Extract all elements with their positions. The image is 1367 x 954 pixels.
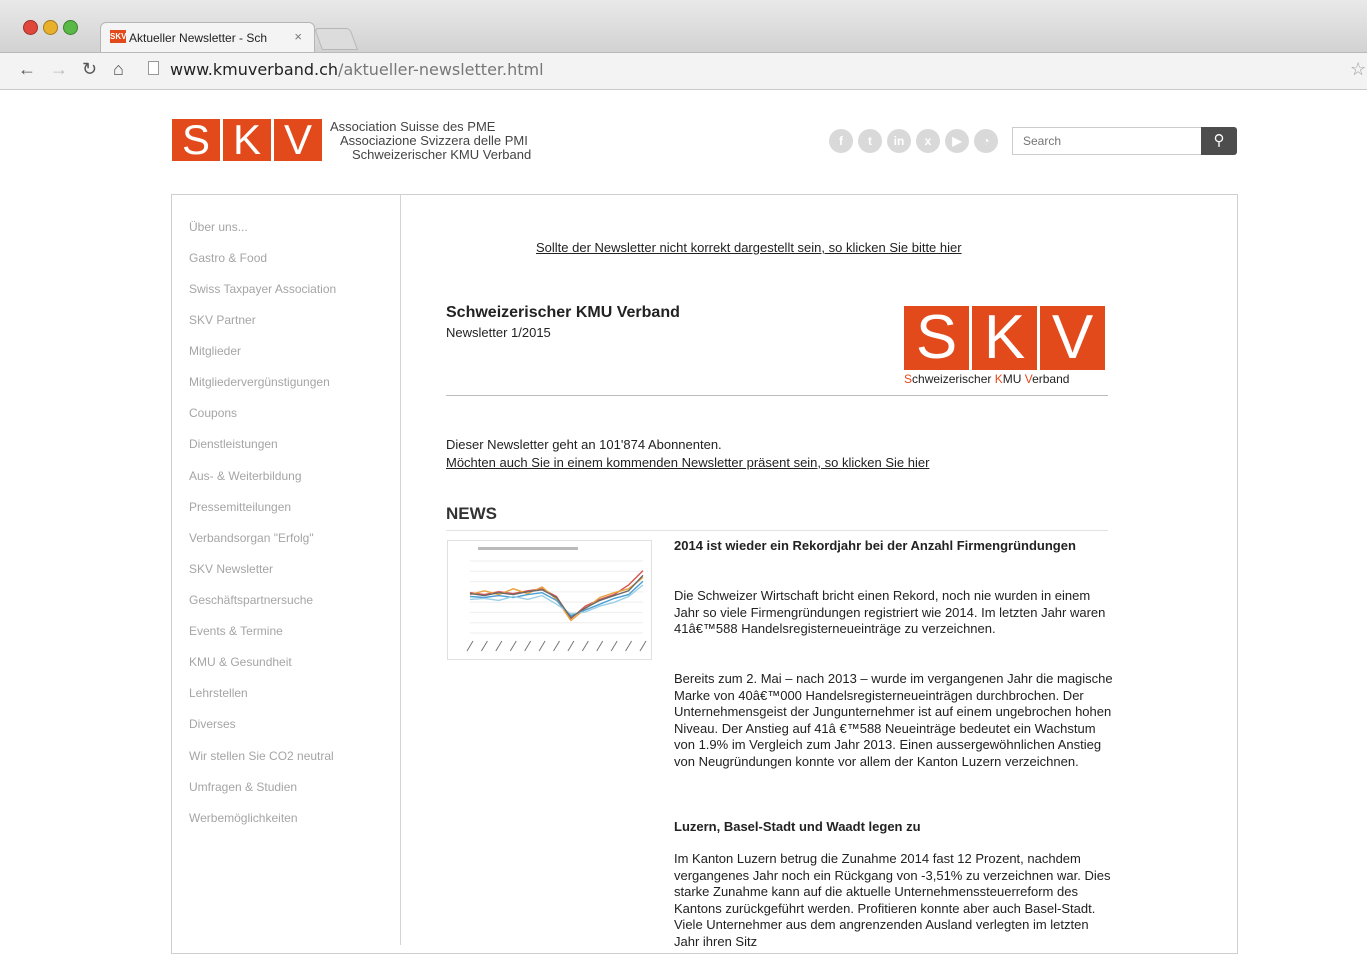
thumbnail-tick-label [567, 640, 575, 652]
sidebar-item-mitglieder[interactable]: Mitglieder [189, 344, 241, 358]
tab-title: Aktueller Newsletter - Sch [129, 31, 268, 45]
newsletter-title: Schweizerischer KMU Verband [446, 304, 680, 321]
search-button[interactable]: ⚲ [1201, 127, 1237, 155]
favicon-icon: SKV [110, 30, 127, 43]
sidebar-item-pressemitteilungen[interactable]: Pressemitteilungen [189, 500, 291, 514]
close-tab-icon[interactable]: × [294, 29, 302, 44]
advertise-link[interactable]: Möchten auch Sie in einem kommenden News… [446, 455, 929, 470]
logo-letter: V [274, 119, 322, 161]
forward-icon[interactable]: → [50, 59, 68, 80]
address-bar[interactable]: www.kmuverband.ch/aktueller-newsletter.h… [170, 60, 544, 79]
header-tagline: Association Suisse des PME Associazione … [330, 120, 531, 162]
star-icon[interactable]: ☆ [1350, 59, 1366, 80]
browser-toolbar: ← → ↻ ⌂ www.kmuverband.ch/aktueller-news… [0, 53, 1367, 90]
rss-icon[interactable]: ◔ [974, 129, 998, 153]
logo-sub-text: chweizerischer [912, 372, 995, 386]
facebook-icon[interactable]: f [829, 129, 853, 153]
logo-sub-initial: S [904, 372, 913, 386]
thumbnail-tick-label [509, 640, 517, 652]
youtube-icon[interactable]: ▶ [945, 129, 969, 153]
news-heading: NEWS [446, 504, 497, 523]
thumbnail-tick-label [538, 640, 546, 652]
social-links: f t in x ▶ ◔ [829, 129, 998, 153]
tagline-de: Schweizerischer KMU Verband [352, 147, 532, 162]
thumbnail-tick-label [596, 640, 604, 652]
thumbnail-series-line [469, 576, 644, 622]
article-thumbnail-chart[interactable] [447, 540, 652, 660]
logo-letter: S [904, 306, 969, 370]
newsletter-logo: S K V [904, 306, 1105, 370]
logo-sub-initial: K [994, 372, 1003, 386]
logo-sub-text: MU [1002, 372, 1025, 386]
sidebar-item-swiss-taxpayer[interactable]: Swiss Taxpayer Association [189, 282, 336, 296]
thumbnail-tick-label [581, 640, 589, 652]
sidebar-item-umfragen[interactable]: Umfragen & Studien [189, 780, 297, 794]
sidebar-item-geschaeftspartnersuche[interactable]: Geschäftspartnersuche [189, 593, 313, 607]
newsletter-issue: Newsletter 1/2015 [446, 325, 551, 340]
thumbnail-tick-label [466, 640, 474, 652]
xing-icon[interactable]: x [916, 129, 940, 153]
sidebar-item-ueber-uns[interactable]: Über uns... [189, 220, 248, 234]
sidebar-item-co2-neutral[interactable]: Wir stellen Sie CO2 neutral [189, 749, 334, 763]
sidebar-item-verbandsorgan[interactable]: Verbandsorgan "Erfolg" [189, 531, 314, 545]
sidebar-item-mitgliedervergunstigungen[interactable]: Mitgliedervergünstigungen [189, 375, 330, 389]
thumbnail-chart-svg [466, 547, 647, 652]
sidebar-item-dienstleistungen[interactable]: Dienstleistungen [189, 437, 278, 451]
twitter-icon[interactable]: t [858, 129, 882, 153]
browser-tab[interactable]: SKV Aktueller Newsletter - Sch × [100, 22, 315, 52]
thumbnail-tick-label [524, 640, 532, 652]
linkedin-icon[interactable]: in [887, 129, 911, 153]
sidebar-item-weiterbildung[interactable]: Aus- & Weiterbildung [189, 469, 302, 483]
back-icon[interactable]: ← [18, 59, 36, 80]
article-title[interactable]: 2014 ist wieder ein Rekordjahr bei der A… [674, 538, 1104, 554]
tagline-fr: Association Suisse des PME [330, 119, 496, 134]
search-input[interactable] [1012, 127, 1202, 155]
thumbnail-tick-label [639, 640, 647, 652]
article-subheading: Luzern, Basel-Stadt und Waadt legen zu [674, 819, 921, 834]
url-path: /aktueller-newsletter.html [338, 60, 544, 79]
logo-letter: K [223, 119, 271, 161]
article-paragraph: Die Schweizer Wirtschaft bricht einen Re… [674, 588, 1106, 636]
tagline-it: Associazione Svizzera delle PMI [340, 133, 528, 148]
sidebar-nav: Über uns... Gastro & Food Swiss Taxpayer… [172, 195, 401, 945]
sidebar-item-kmu-gesundheit[interactable]: KMU & Gesundheit [189, 655, 292, 669]
minimize-window-button[interactable] [43, 20, 58, 35]
logo-letter: S [172, 119, 220, 161]
home-icon[interactable]: ⌂ [113, 59, 124, 80]
close-window-button[interactable] [23, 20, 38, 35]
sidebar-item-skv-newsletter[interactable]: SKV Newsletter [189, 562, 273, 576]
thumbnail-tick-label [480, 640, 488, 652]
thumbnail-tick-label [625, 640, 633, 652]
sidebar-item-gastro-food[interactable]: Gastro & Food [189, 251, 267, 265]
sidebar-item-diverses[interactable]: Diverses [189, 717, 236, 731]
sidebar-item-events[interactable]: Events & Termine [189, 624, 283, 638]
divider [446, 395, 1108, 396]
divider [446, 530, 1108, 531]
article-paragraph: Bereits zum 2. Mai – nach 2013 – wurde i… [674, 671, 1113, 769]
sidebar-item-skv-partner[interactable]: SKV Partner [189, 313, 256, 327]
logo-letter: K [972, 306, 1037, 370]
logo-sub-text: erband [1032, 372, 1070, 386]
article-paragraph: Im Kanton Luzern betrug die Zunahme 2014… [674, 851, 1111, 949]
thumbnail-tick-label [610, 640, 618, 652]
sidebar-item-coupons[interactable]: Coupons [189, 406, 237, 420]
new-tab-button[interactable] [313, 28, 359, 50]
browser-titlebar: SKV Aktueller Newsletter - Sch × [0, 0, 1367, 53]
sidebar-item-lehrstellen[interactable]: Lehrstellen [189, 686, 248, 700]
search-icon: ⚲ [1213, 132, 1225, 149]
thumbnail-tick-label [553, 640, 560, 652]
zoom-window-button[interactable] [63, 20, 78, 35]
thumbnail-tick-label [495, 640, 503, 652]
page-icon [148, 61, 159, 75]
newsletter-logo-subtitle: Schweizerischer KMU Verband [904, 372, 1069, 386]
thumbnail-chart-title-bar [478, 547, 578, 550]
logo-letter: V [1040, 306, 1105, 370]
url-domain: www.kmuverband.ch [170, 60, 339, 79]
view-in-browser-link[interactable]: Sollte der Newsletter nicht korrekt darg… [536, 240, 962, 255]
subscriber-count-text: Dieser Newsletter geht an 101'874 Abonne… [446, 437, 722, 452]
sidebar-item-werbemoeglichkeiten[interactable]: Werbemöglichkeiten [189, 811, 298, 825]
logo-sub-initial: V [1024, 372, 1033, 386]
skv-logo[interactable]: S K V [172, 119, 322, 161]
reload-icon[interactable]: ↻ [82, 59, 97, 80]
